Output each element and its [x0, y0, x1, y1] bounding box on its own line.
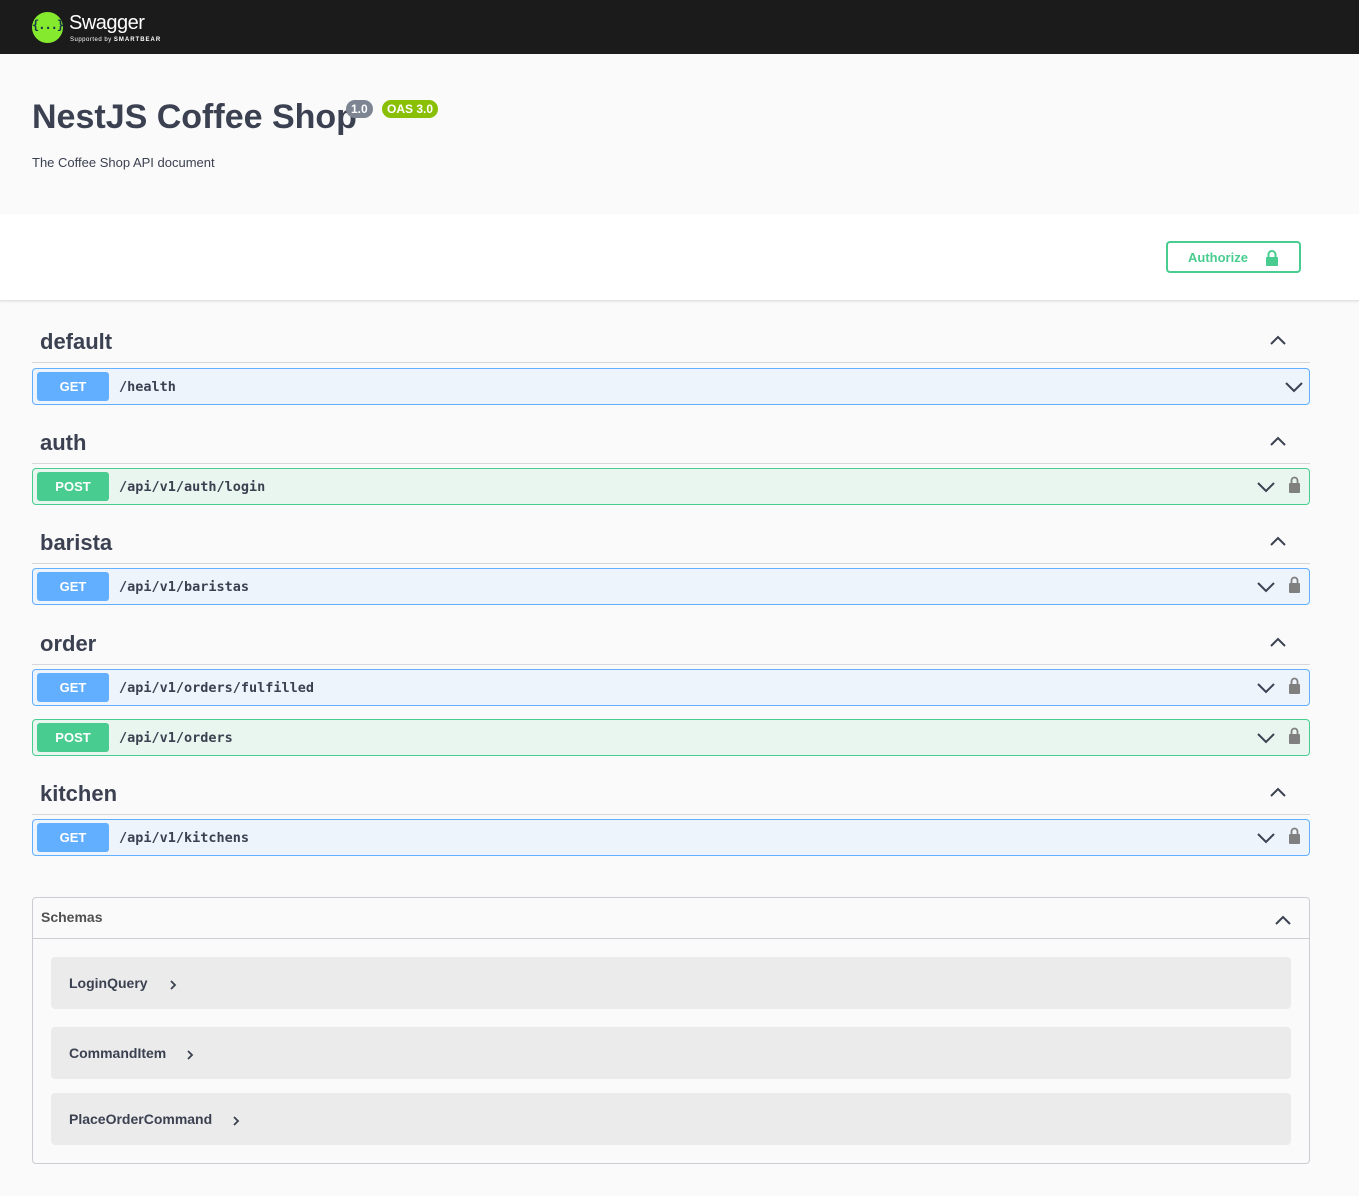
lock-icon [1265, 250, 1279, 269]
chevron-up-icon[interactable] [1275, 912, 1291, 930]
operation-path: /api/v1/baristas [119, 579, 250, 595]
authorize-label: Authorize [1188, 249, 1248, 265]
chevron-up-icon[interactable] [1270, 784, 1286, 802]
lock-icon[interactable] [1288, 827, 1301, 849]
chevron-down-icon[interactable] [1257, 831, 1275, 849]
method-badge: GET [37, 823, 109, 852]
tag-kitchen[interactable]: kitchen [32, 767, 1310, 815]
chevron-up-icon[interactable] [1270, 533, 1286, 551]
method-badge: GET [37, 673, 109, 702]
chevron-up-icon[interactable] [1270, 433, 1286, 451]
lock-icon[interactable] [1288, 476, 1301, 498]
swagger-logo[interactable]: {...} Swagger Supported by SMARTBEAR [32, 9, 169, 45]
chevron-right-icon[interactable] [186, 1048, 194, 1066]
operation-path: /api/v1/kitchens [119, 830, 250, 846]
lock-icon[interactable] [1288, 576, 1301, 598]
schemas-title: Schemas [41, 909, 103, 925]
tag-name: kitchen [40, 781, 118, 806]
tag-name: auth [40, 430, 87, 455]
operation-row[interactable]: GET/api/v1/baristas [32, 568, 1310, 605]
topbar: {...} Swagger Supported by SMARTBEAR [0, 0, 1359, 54]
method-badge: POST [37, 472, 109, 501]
operation-row[interactable]: POST/api/v1/auth/login [32, 468, 1310, 505]
tag-order[interactable]: order [32, 617, 1310, 665]
version-badge: 1.0 [346, 100, 373, 118]
chevron-right-icon[interactable] [232, 1114, 240, 1132]
chevron-down-icon[interactable] [1257, 580, 1275, 598]
oas-badge: OAS 3.0 [382, 100, 439, 118]
tag-name: barista [40, 530, 113, 555]
operation-row[interactable]: GET/health [32, 368, 1310, 405]
operation-path: /api/v1/orders [119, 730, 233, 746]
chevron-down-icon[interactable] [1257, 480, 1275, 498]
model-name: CommandItem [69, 1045, 167, 1061]
operation-path: /health [119, 379, 176, 395]
schemas-section: Schemas LoginQuery CommandItem PlaceOrderC… [32, 897, 1310, 1164]
tag-barista[interactable]: barista [32, 516, 1310, 564]
tag-default[interactable]: default [32, 315, 1310, 363]
api-info: NestJS Coffee Shop 1.0 OAS 3.0 The Coffe… [0, 54, 1359, 214]
logo-subtitle: Supported by SMARTBEAR [70, 37, 162, 43]
lock-icon[interactable] [1288, 677, 1301, 699]
chevron-up-icon[interactable] [1270, 332, 1286, 350]
schemas-header[interactable]: Schemas [33, 898, 1309, 939]
tag-name: order [40, 631, 97, 656]
operation-path: /api/v1/auth/login [119, 479, 266, 495]
model-name: LoginQuery [69, 975, 148, 991]
tag-name: default [40, 329, 113, 354]
scheme-container: Authorize [0, 214, 1359, 301]
schema-model[interactable]: CommandItem [51, 1027, 1291, 1079]
schema-model[interactable]: PlaceOrderCommand [51, 1093, 1291, 1145]
operation-row[interactable]: GET/api/v1/kitchens [32, 819, 1310, 856]
chevron-down-icon[interactable] [1257, 731, 1275, 749]
authorize-button[interactable]: Authorize [1166, 241, 1301, 273]
method-badge: GET [37, 572, 109, 601]
api-description: The Coffee Shop API document [32, 155, 215, 170]
tag-auth[interactable]: auth [32, 416, 1310, 464]
schema-model[interactable]: LoginQuery [51, 957, 1291, 1009]
logo-title: Swagger [69, 12, 145, 34]
chevron-down-icon[interactable] [1285, 380, 1303, 398]
model-name: PlaceOrderCommand [69, 1111, 213, 1127]
swagger-logo-icon: {...} [32, 11, 64, 43]
operation-row[interactable]: POST/api/v1/orders [32, 719, 1310, 756]
lock-icon[interactable] [1288, 727, 1301, 749]
method-badge: POST [37, 723, 109, 752]
chevron-right-icon[interactable] [169, 978, 177, 996]
operation-path: /api/v1/orders/fulfilled [119, 680, 315, 696]
method-badge: GET [37, 372, 109, 401]
operation-row[interactable]: GET/api/v1/orders/fulfilled [32, 669, 1310, 706]
page-title: NestJS Coffee Shop [32, 98, 357, 136]
logo-text: Swagger Supported by SMARTBEAR [69, 9, 169, 45]
chevron-down-icon[interactable] [1257, 681, 1275, 699]
chevron-up-icon[interactable] [1270, 634, 1286, 652]
